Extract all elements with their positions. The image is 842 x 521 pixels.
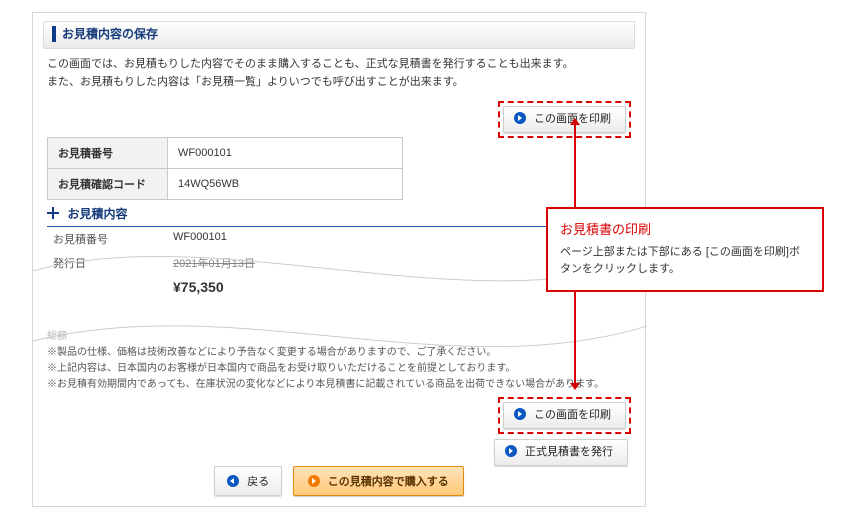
info-value: 14WQ56WB: [168, 169, 403, 200]
lead-line-2: また、お見積もりした内容は「お見積一覧」よりいつでも呼び出すことが出来ます。: [47, 73, 631, 91]
dashed-highlight: この画面を印刷: [498, 101, 631, 138]
quotation-info-table: お見積番号 WF000101 お見積確認コード 14WQ56WB: [47, 137, 403, 200]
plus-icon: [47, 207, 59, 219]
chevron-right-icon: [505, 445, 517, 457]
callout-leader-line: [574, 289, 576, 384]
lead-text: この画面では、お見積もりした内容でそのまま購入することも、正式な見積書を発行する…: [47, 55, 631, 91]
back-button[interactable]: 戻る: [214, 466, 282, 496]
issue-quotation-label: 正式見積書を発行: [525, 446, 613, 458]
info-label: お見積確認コード: [48, 169, 168, 200]
disclaimer-notes: 総額 ※製品の仕様、価格は技術改善などにより予告なく変更する場合がありますので、…: [47, 329, 633, 393]
chevron-right-icon: [514, 112, 526, 124]
detail-label: 発行日: [53, 255, 173, 271]
purchase-button-label: この見積内容で購入する: [328, 476, 449, 488]
note-line: ※お見積有効期間内であっても、在庫状況の変化などにより本見積書に記載されている商…: [47, 377, 633, 393]
print-button-bottom-highlight: この画面を印刷: [498, 397, 631, 434]
chevron-left-icon: [227, 475, 239, 487]
dashed-highlight: この画面を印刷: [498, 397, 631, 434]
table-row: お見積番号 WF000101: [48, 138, 403, 169]
lead-line-1: この画面では、お見積もりした内容でそのまま購入することも、正式な見積書を発行する…: [47, 55, 631, 73]
detail-label: お見積番号: [53, 231, 173, 247]
note-line: ※製品の仕様、価格は技術改善などにより予告なく変更する場合がありますので、ご了承…: [47, 345, 633, 361]
issue-quotation-wrap: 正式見積書を発行: [494, 439, 628, 466]
total-faded-label: 総額: [47, 331, 67, 342]
panel-header: お見積内容の保存: [43, 21, 635, 49]
issue-quotation-button[interactable]: 正式見積書を発行: [494, 439, 628, 466]
print-button-bottom[interactable]: この画面を印刷: [503, 402, 626, 429]
callout-body: ページ上部または下部にある [この画面を印刷]ボタンをクリックします。: [560, 244, 810, 278]
panel-title: お見積内容の保存: [52, 26, 626, 42]
back-button-label: 戻る: [247, 476, 269, 488]
purchase-button[interactable]: この見積内容で購入する: [293, 466, 464, 496]
info-label: お見積番号: [48, 138, 168, 169]
instruction-callout: お見積書の印刷 ページ上部または下部にある [この画面を印刷]ボタンをクリックし…: [546, 207, 824, 292]
chevron-right-icon: [514, 408, 526, 420]
callout-title: お見積書の印刷: [560, 219, 810, 238]
arrow-down-icon: [570, 383, 580, 390]
arrow-up-icon: [570, 118, 580, 125]
print-button-top[interactable]: この画面を印刷: [503, 106, 626, 133]
table-row: お見積確認コード 14WQ56WB: [48, 169, 403, 200]
chevron-right-icon: [308, 475, 320, 487]
subheader-label: お見積内容: [67, 207, 127, 221]
detail-label: [53, 279, 173, 295]
print-button-bottom-label: この画面を印刷: [534, 409, 611, 421]
note-line: ※上記内容は、日本国内のお客様が日本国内で商品をお受け取りいただけることを前提と…: [47, 361, 633, 377]
callout-leader-line: [574, 124, 576, 207]
print-button-top-highlight: この画面を印刷: [498, 101, 631, 138]
info-value: WF000101: [168, 138, 403, 169]
bottom-action-bar: 戻る この見積内容で購入する: [33, 466, 645, 496]
